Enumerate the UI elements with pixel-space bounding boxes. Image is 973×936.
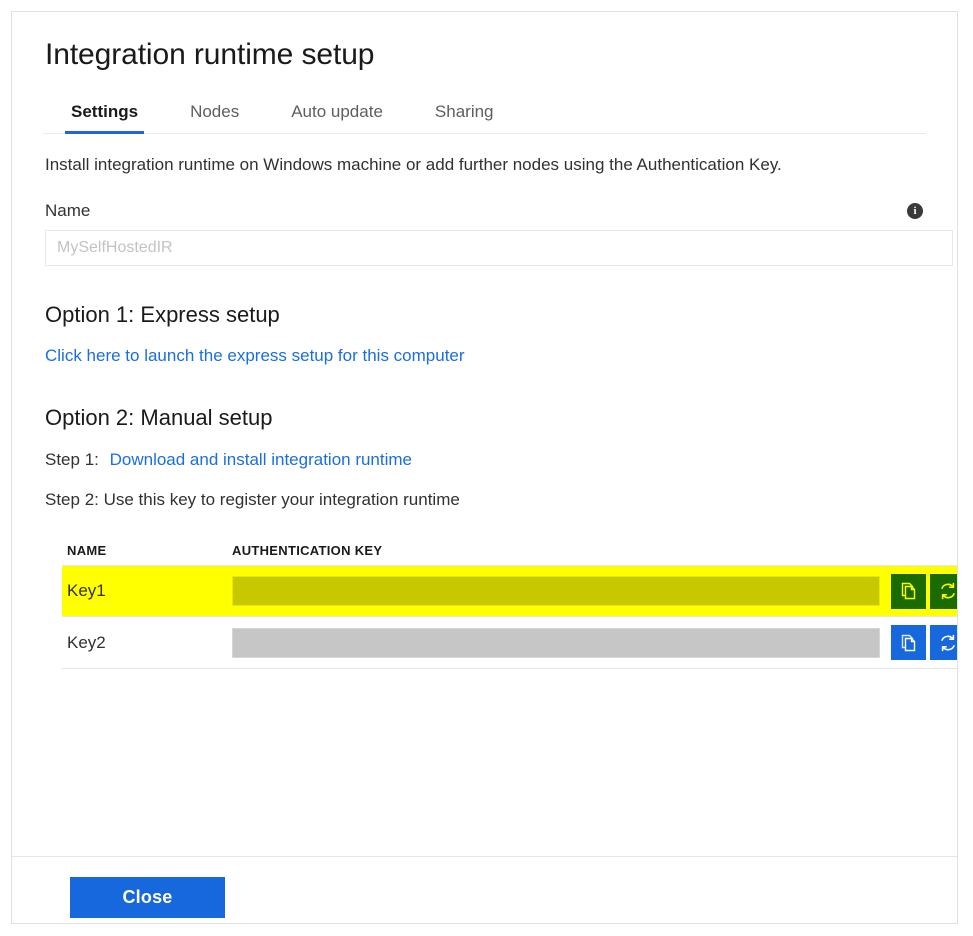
copy-icon-button-key1[interactable] <box>891 573 926 609</box>
blade-footer: Close <box>12 857 957 923</box>
page-title: Integration runtime setup <box>45 38 375 71</box>
copy-icon <box>899 633 919 653</box>
info-icon[interactable]: i <box>907 203 923 219</box>
name-field-label-row: Name i <box>45 199 926 223</box>
tab-nodes[interactable]: Nodes <box>164 102 265 133</box>
column-header-name: NAME <box>67 542 107 558</box>
tab-auto-update[interactable]: Auto update <box>265 102 409 133</box>
key-name-key1: Key1 <box>67 581 106 600</box>
table-header-row: NAME AUTHENTICATION KEY <box>62 535 957 565</box>
copy-icon-button-key2[interactable] <box>891 625 926 660</box>
name-field-label: Name <box>45 201 91 220</box>
integration-runtime-setup-blade: Integration runtime setup Settings Nodes… <box>11 11 958 924</box>
tab-sharing[interactable]: Sharing <box>409 102 520 133</box>
authentication-key-field-key1[interactable] <box>232 576 880 606</box>
name-field-block: Name i <box>45 199 953 266</box>
step-1-row: Step 1: Download and install integration… <box>45 447 926 473</box>
refresh-icon <box>938 581 958 601</box>
tab-bar: Settings Nodes Auto update Sharing <box>43 92 926 134</box>
table-row: Key2 <box>62 617 957 669</box>
option2-heading: Option 2: Manual setup <box>45 405 273 430</box>
express-setup-link-row: Click here to launch the express setup f… <box>45 343 926 369</box>
step-1-label: Step 1: <box>45 450 99 469</box>
close-button[interactable]: Close <box>70 877 225 918</box>
key-name-key2: Key2 <box>67 632 106 652</box>
name-input[interactable] <box>45 230 953 266</box>
step-2-row: Step 2: Use this key to register your in… <box>45 490 460 509</box>
download-install-link[interactable]: Download and install integration runtime <box>110 447 412 473</box>
option1-heading: Option 1: Express setup <box>45 302 280 327</box>
column-header-authentication-key: AUTHENTICATION KEY <box>232 542 383 558</box>
refresh-icon <box>938 633 958 653</box>
content-panel: Integration runtime setup Settings Nodes… <box>12 12 957 857</box>
refresh-icon-button-key2[interactable] <box>930 625 957 660</box>
authentication-key-field-key2[interactable] <box>232 627 880 658</box>
intro-text: Install integration runtime on Windows m… <box>45 155 782 174</box>
tab-settings[interactable]: Settings <box>45 102 164 134</box>
copy-icon <box>899 581 919 601</box>
authentication-key-table: NAME AUTHENTICATION KEY Key1 Key2 <box>62 535 957 669</box>
express-setup-link[interactable]: Click here to launch the express setup f… <box>45 343 465 369</box>
refresh-icon-button-key1[interactable] <box>930 573 958 609</box>
table-row: Key1 <box>62 565 957 617</box>
